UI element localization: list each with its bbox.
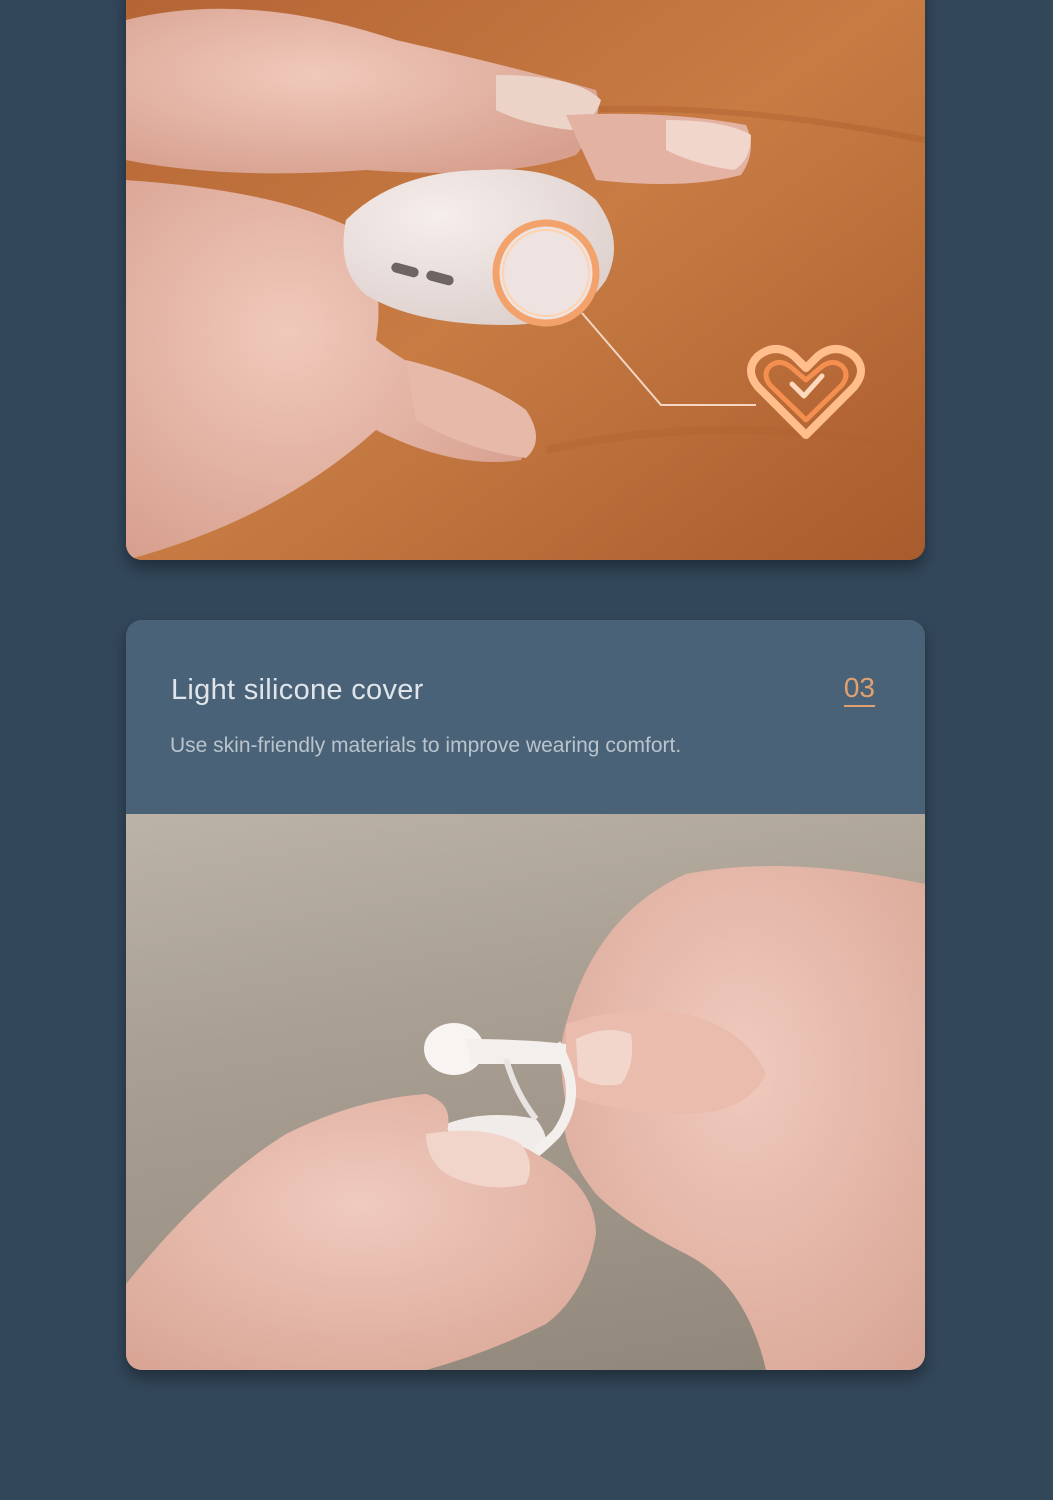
silicone-cover-photo	[126, 814, 925, 1370]
feature-header: Light silicone cover 03 Use skin-friendl…	[126, 620, 925, 814]
touch-ring-icon	[492, 219, 600, 327]
feature-card: Light silicone cover 03 Use skin-friendl…	[126, 620, 925, 1370]
feature-title: Light silicone cover	[171, 674, 424, 706]
page: { "feature": { "title": "Light silicone …	[0, 0, 1053, 1500]
touch-control-photo-card	[126, 0, 925, 560]
touch-control-photo	[126, 0, 925, 560]
feature-description: Use skin-friendly materials to improve w…	[170, 734, 682, 757]
feature-number: 03	[843, 672, 875, 707]
